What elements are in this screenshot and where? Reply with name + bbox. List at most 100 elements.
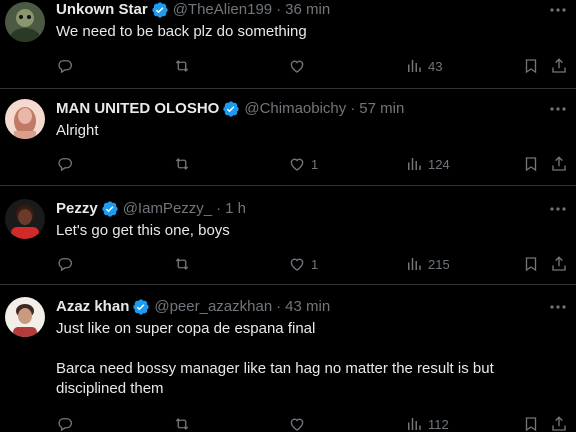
tweet-text: We need to be back plz do something bbox=[56, 22, 556, 42]
handle[interactable]: @TheAlien199 bbox=[173, 0, 272, 20]
like-icon bbox=[288, 255, 306, 273]
bookmark-icon bbox=[522, 155, 540, 173]
action-bar: 1 124 bbox=[0, 154, 576, 174]
avatar[interactable] bbox=[5, 99, 45, 139]
handle[interactable]: @peer_azazkhan bbox=[154, 297, 272, 317]
action-bar: 1 215 bbox=[0, 254, 576, 274]
retweet-icon bbox=[173, 255, 191, 273]
handle[interactable]: @Chimaobichy bbox=[244, 99, 346, 119]
tweet-text-line: Barca need bossy manager like tan hag no… bbox=[56, 360, 494, 397]
timestamp[interactable]: 1 h bbox=[225, 199, 246, 219]
avatar[interactable] bbox=[5, 199, 45, 239]
bookmark-icon bbox=[522, 57, 540, 75]
like-icon bbox=[288, 415, 306, 432]
retweet-icon bbox=[173, 155, 191, 173]
display-name[interactable]: Azaz khan bbox=[56, 297, 129, 317]
like-icon bbox=[288, 155, 306, 173]
tweet-text-line: We need to be back plz do something bbox=[56, 23, 307, 40]
reply-button[interactable] bbox=[56, 154, 74, 174]
timestamp[interactable]: 36 min bbox=[285, 0, 330, 20]
tweet-header: MAN UNITED OLOSHO @Chimaobichy · 57 min bbox=[56, 99, 404, 119]
share-icon bbox=[550, 155, 568, 173]
tweet-text-line: Let's go get this one, boys bbox=[56, 222, 230, 239]
share-button[interactable] bbox=[550, 254, 568, 274]
share-icon bbox=[550, 57, 568, 75]
verified-badge-icon bbox=[151, 1, 169, 19]
verified-badge-icon bbox=[101, 200, 119, 218]
view-count: 112 bbox=[428, 416, 449, 432]
reply-button[interactable] bbox=[56, 414, 74, 432]
avatar[interactable] bbox=[5, 297, 45, 337]
reply-feed: Unkown Star @TheAlien199 · 36 min We nee… bbox=[0, 0, 576, 432]
tweet-item[interactable]: Unkown Star @TheAlien199 · 36 min We nee… bbox=[0, 0, 576, 89]
tweet-item[interactable]: MAN UNITED OLOSHO @Chimaobichy · 57 min … bbox=[0, 89, 576, 186]
views-icon bbox=[405, 57, 423, 75]
bookmark-icon bbox=[522, 255, 540, 273]
view-count: 124 bbox=[428, 156, 450, 172]
separator: · bbox=[276, 1, 282, 18]
reply-icon bbox=[56, 415, 74, 432]
separator: · bbox=[216, 200, 222, 217]
reply-icon bbox=[56, 57, 74, 75]
view-count: 215 bbox=[428, 256, 450, 272]
like-button[interactable] bbox=[288, 56, 311, 76]
share-button[interactable] bbox=[550, 414, 568, 432]
like-icon bbox=[288, 57, 306, 75]
views-icon bbox=[405, 155, 423, 173]
verified-badge-icon bbox=[132, 298, 150, 316]
display-name[interactable]: Unkown Star bbox=[56, 0, 148, 20]
share-icon bbox=[550, 255, 568, 273]
like-button[interactable] bbox=[288, 414, 311, 432]
retweet-button[interactable] bbox=[173, 56, 191, 76]
more-icon[interactable] bbox=[548, 99, 568, 119]
more-icon[interactable] bbox=[548, 297, 568, 317]
views-icon bbox=[405, 415, 423, 432]
retweet-button[interactable] bbox=[173, 414, 191, 432]
views-button[interactable]: 215 bbox=[405, 254, 450, 274]
tweet-text-line: Just like on super copa de espana final bbox=[56, 320, 316, 337]
views-button[interactable]: 43 bbox=[405, 56, 442, 76]
display-name[interactable]: MAN UNITED OLOSHO bbox=[56, 99, 219, 119]
timestamp[interactable]: 43 min bbox=[285, 297, 330, 317]
display-name[interactable]: Pezzy bbox=[56, 199, 98, 219]
bookmark-icon bbox=[522, 415, 540, 432]
verified-badge-icon bbox=[222, 100, 240, 118]
like-count: 1 bbox=[311, 256, 319, 272]
more-icon[interactable] bbox=[548, 0, 568, 20]
views-icon bbox=[405, 255, 423, 273]
reply-button[interactable] bbox=[56, 56, 74, 76]
bookmark-button[interactable] bbox=[522, 254, 540, 274]
more-icon[interactable] bbox=[548, 199, 568, 219]
separator: · bbox=[350, 100, 356, 117]
tweet-item[interactable]: Pezzy @IamPezzy_ · 1 h Let's go get this… bbox=[0, 186, 576, 285]
tweet-text: Let's go get this one, boys bbox=[56, 221, 556, 241]
bookmark-button[interactable] bbox=[522, 154, 540, 174]
separator: · bbox=[276, 298, 282, 315]
timestamp[interactable]: 57 min bbox=[359, 99, 404, 119]
tweet-header: Pezzy @IamPezzy_ · 1 h bbox=[56, 199, 246, 219]
action-bar: 112 bbox=[0, 414, 576, 432]
retweet-button[interactable] bbox=[173, 254, 191, 274]
bookmark-button[interactable] bbox=[522, 56, 540, 76]
reply-icon bbox=[56, 155, 74, 173]
share-button[interactable] bbox=[550, 154, 568, 174]
view-count: 43 bbox=[428, 58, 443, 74]
action-bar: 43 bbox=[0, 56, 576, 76]
reply-button[interactable] bbox=[56, 254, 74, 274]
retweet-icon bbox=[173, 57, 191, 75]
views-button[interactable]: 112 bbox=[405, 414, 449, 432]
tweet-item[interactable]: Azaz khan @peer_azazkhan · 43 min Just l… bbox=[0, 285, 576, 432]
share-button[interactable] bbox=[550, 56, 568, 76]
bookmark-button[interactable] bbox=[522, 414, 540, 432]
retweet-button[interactable] bbox=[173, 154, 191, 174]
tweet-text-line: Alright bbox=[56, 122, 99, 139]
views-button[interactable]: 124 bbox=[405, 154, 450, 174]
handle[interactable]: @IamPezzy_ bbox=[123, 199, 212, 219]
avatar[interactable] bbox=[5, 2, 45, 42]
tweet-header: Unkown Star @TheAlien199 · 36 min bbox=[56, 0, 330, 20]
like-button[interactable]: 1 bbox=[288, 154, 318, 174]
retweet-icon bbox=[173, 415, 191, 432]
like-button[interactable]: 1 bbox=[288, 254, 318, 274]
like-count: 1 bbox=[311, 156, 319, 172]
tweet-text: Alright bbox=[56, 121, 556, 141]
